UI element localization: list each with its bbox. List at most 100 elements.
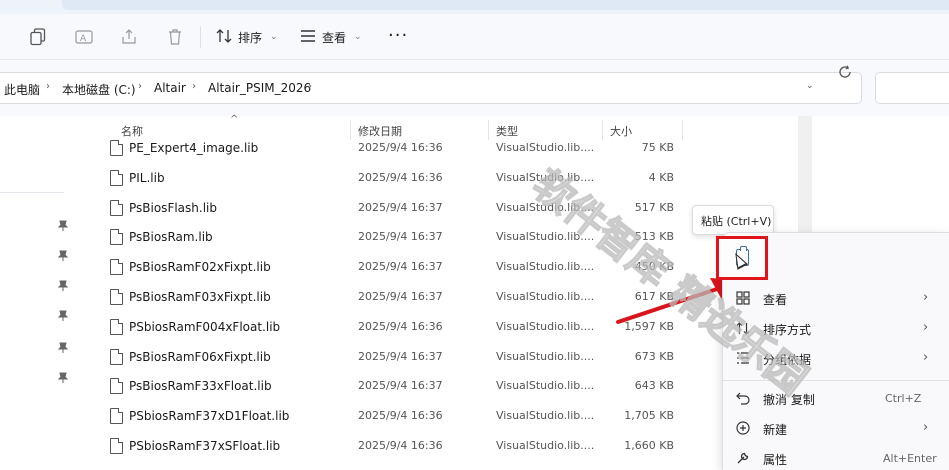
delete-icon[interactable]	[164, 26, 186, 48]
file-name: PsBiosRam.lib	[129, 230, 213, 245]
file-icon	[110, 318, 123, 335]
plus-circle-icon	[735, 420, 751, 436]
table-row[interactable]: PsBiosRamF33xFloat.lib 2025/9/4 16:37 Visu…	[92, 372, 812, 402]
pin-icon[interactable]	[57, 310, 69, 322]
search-input[interactable]	[875, 72, 949, 104]
chevron-right-icon[interactable]: ›	[138, 81, 142, 92]
file-name: PSbiosRamF004xFloat.lib	[129, 319, 281, 334]
menu-item-group-by[interactable]: 分组依据 ›	[723, 344, 949, 374]
more-options-button[interactable]: ···	[388, 25, 408, 46]
file-name: PsBiosFlash.lib	[129, 200, 217, 215]
share-icon[interactable]	[118, 26, 140, 48]
file-icon	[110, 408, 123, 425]
pin-icon[interactable]	[57, 280, 69, 292]
menu-item-view[interactable]: 查看 ›	[723, 284, 949, 314]
file-type: VisualStudio.lib....	[496, 349, 595, 363]
file-name: PsBiosRamF06xFixpt.lib	[129, 349, 271, 364]
file-type: VisualStudio.lib....	[496, 319, 595, 333]
pin-icon[interactable]	[57, 372, 69, 384]
grid-icon	[735, 290, 751, 306]
file-modified: 2025/9/4 16:37	[358, 349, 443, 363]
sort-icon	[735, 320, 751, 336]
file-name: PSbiosRamF37xD1Float.lib	[129, 409, 290, 424]
breadcrumb-altair-psim[interactable]: Altair_PSIM_2026	[208, 81, 311, 95]
menu-item-sort-by[interactable]: 排序方式 ›	[723, 314, 949, 344]
sort-icon	[216, 28, 232, 46]
file-name: PsBiosRamF33xFloat.lib	[129, 379, 272, 394]
chevron-right-icon: ›	[923, 290, 929, 305]
menu-item-label: 排序方式	[763, 323, 812, 337]
file-type: VisualStudio.lib....	[496, 170, 595, 184]
menu-item-label: 分组依据	[763, 353, 812, 367]
chevron-right-icon: ›	[923, 420, 929, 435]
file-icon	[110, 378, 123, 395]
file-type: VisualStudio.lib....	[496, 230, 595, 244]
menu-item-label: 撤消 复制	[763, 393, 815, 407]
nav-divider	[0, 192, 64, 193]
sort-label: 排序	[238, 30, 263, 45]
paste-tooltip: 粘贴 (Ctrl+V)	[692, 205, 774, 235]
menu-item-properties[interactable]: 属性 Alt+Enter	[723, 444, 949, 470]
table-row[interactable]: PE_Expert4_image.lib 2025/9/4 16:36 Visual…	[92, 134, 812, 164]
copy-icon[interactable]	[27, 26, 49, 48]
file-type: VisualStudio.lib....	[496, 409, 595, 423]
toolbar-divider	[200, 26, 201, 48]
file-type: VisualStudio.lib....	[496, 290, 595, 303]
view-label: 查看	[322, 30, 347, 45]
svg-text:A: A	[80, 34, 87, 44]
file-size: 643 KB	[634, 379, 674, 393]
file-name: PSbiosRamF37xSFloat.lib	[129, 439, 281, 453]
table-row[interactable]: PSbiosRamF37xD1Float.lib 2025/9/4 16:36 Vi…	[92, 402, 812, 432]
pin-icon[interactable]	[57, 250, 69, 262]
file-icon	[110, 140, 123, 156]
undo-icon	[735, 390, 751, 406]
file-modified: 2025/9/4 16:37	[358, 230, 443, 244]
breadcrumb-this-pc[interactable]: 此电脑	[4, 81, 40, 98]
file-icon	[110, 348, 123, 365]
file-modified: 2025/9/4 16:36	[358, 319, 443, 333]
view-icon	[300, 29, 316, 45]
chevron-right-icon[interactable]: ›	[308, 81, 312, 92]
menu-item-undo-copy[interactable]: 撤消 复制 Ctrl+Z	[723, 384, 949, 414]
title-strip	[0, 0, 949, 14]
rename-icon[interactable]: A	[73, 26, 95, 48]
breadcrumb-altair[interactable]: Altair	[154, 81, 186, 95]
file-modified: 2025/9/4 16:36	[358, 409, 443, 423]
file-name: PsBiosRamF03xFixpt.lib	[129, 290, 271, 304]
chevron-right-icon[interactable]: ›	[46, 81, 50, 92]
file-name: PsBiosRamF02xFixpt.lib	[129, 260, 271, 275]
file-size: 75 KB	[641, 141, 674, 154]
file-icon	[110, 289, 123, 305]
wrench-icon	[735, 450, 751, 466]
file-type: VisualStudio.lib....	[496, 379, 595, 393]
pin-icon[interactable]	[57, 220, 69, 232]
navigation-pane	[0, 116, 76, 470]
address-bar[interactable]: 此电脑 › 本地磁盘 (C:) › Altair › Altair_PSIM_2…	[0, 72, 862, 104]
command-bar: A 排序 ⌄ 查看 ⌄ ···	[0, 14, 949, 60]
file-name: PIL.lib	[129, 170, 165, 185]
address-history-dropdown[interactable]: ⌄	[806, 81, 814, 91]
table-row[interactable]: PsBiosRamF06xFixpt.lib 2025/9/4 16:37 Visu…	[92, 343, 812, 373]
chevron-down-icon: ⌄	[270, 32, 278, 42]
file-type: VisualStudio.lib....	[496, 141, 595, 154]
table-row[interactable]: PIL.lib 2025/9/4 16:36 VisualStudio.lib...…	[92, 164, 812, 194]
pin-icon[interactable]	[57, 342, 69, 354]
file-type: VisualStudio.lib....	[496, 200, 595, 214]
file-modified: 2025/9/4 16:36	[358, 439, 443, 452]
shortcut-label: Alt+Enter	[883, 452, 937, 465]
breadcrumb-local-disk[interactable]: 本地磁盘 (C:)	[62, 81, 136, 98]
file-modified: 2025/9/4 16:36	[358, 141, 443, 154]
view-button[interactable]: 查看 ⌄	[300, 24, 362, 50]
chevron-right-icon[interactable]: ›	[192, 81, 196, 92]
file-icon	[110, 199, 123, 216]
refresh-icon[interactable]	[838, 65, 852, 83]
menu-item-new[interactable]: 新建 ›	[723, 414, 949, 444]
chevron-right-icon: ›	[923, 320, 929, 335]
sort-ascending-icon: ^	[230, 114, 239, 125]
sort-button[interactable]: 排序 ⌄	[216, 24, 278, 50]
file-modified: 2025/9/4 16:37	[358, 290, 443, 303]
file-icon	[110, 169, 123, 186]
file-modified: 2025/9/4 16:36	[358, 170, 443, 184]
table-row[interactable]: PSbiosRamF37xSFloat.lib 2025/9/4 16:36 Vis…	[92, 432, 812, 462]
list-group-icon	[735, 350, 751, 366]
